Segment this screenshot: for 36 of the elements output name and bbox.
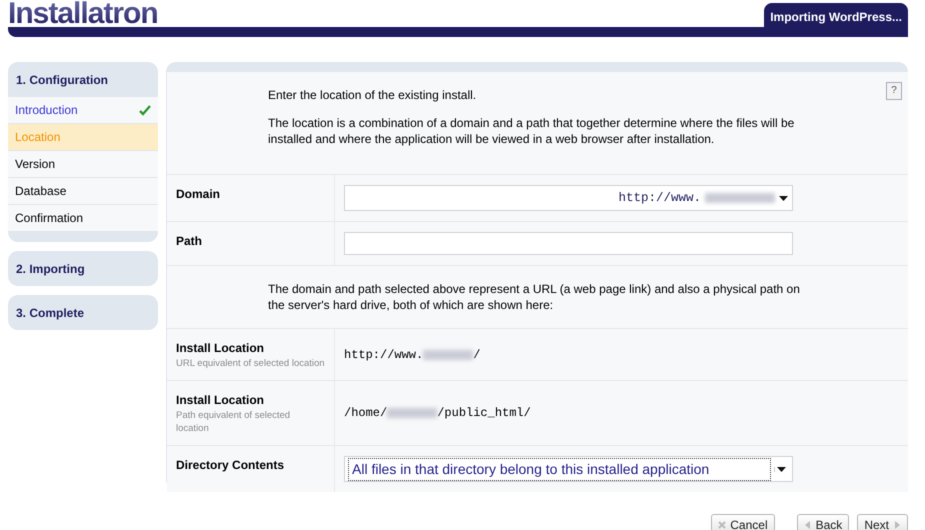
back-button[interactable]: Back	[796, 514, 850, 530]
location-text: http://www.	[344, 346, 424, 364]
field-label: Install Location	[176, 392, 266, 409]
step-item[interactable]: Database	[8, 178, 158, 205]
blurred-text	[423, 350, 474, 360]
next-button[interactable]: Next	[857, 514, 908, 530]
location-text: /	[473, 346, 480, 364]
field-label: Directory Contents	[176, 457, 286, 474]
field-hint: URL equivalent of selected location	[176, 357, 325, 370]
caret-icon	[774, 466, 788, 472]
x-icon	[718, 521, 726, 529]
blurred-text	[705, 193, 775, 203]
instruction-text: Enter the location of the existing install.	[268, 87, 478, 103]
field-label: Path	[176, 233, 204, 250]
field-hint: Path equivalent of selected location	[176, 409, 292, 435]
cancel-button[interactable]: Cancel	[711, 514, 775, 530]
caret-icon	[779, 196, 788, 200]
step-title: 2. Importing	[15, 261, 86, 278]
blurred-text	[387, 408, 438, 418]
instruction-text: The location is a combination of a domain and a path that together determine where the files will be installed and where the application will be viewed in a web browser after installation.	[268, 115, 796, 147]
step-title: 3. Complete	[15, 305, 86, 322]
check-icon	[139, 104, 151, 116]
location-text: /public_html/	[437, 405, 531, 422]
left-arrow-icon	[804, 521, 812, 529]
select-field[interactable]: http://www.	[344, 185, 793, 211]
field-label: Domain	[176, 186, 222, 203]
step-item[interactable]: Version	[8, 151, 158, 178]
right-arrow-icon	[893, 521, 901, 529]
location-text: /home/	[344, 405, 388, 422]
step-item[interactable]: Confirmation	[8, 205, 158, 232]
step-title: 1. Configuration	[15, 72, 109, 89]
instruction-text: The domain and path selected above represent a URL (a web page link) and also a physical path on the server's hard drive, both of which are shown here:	[268, 281, 801, 313]
field-label: Install Location	[176, 340, 266, 357]
select-field[interactable]: All files in that directory belong to this installed application	[344, 456, 793, 482]
help-button[interactable]: ?	[886, 82, 902, 100]
path-input[interactable]	[344, 232, 793, 255]
